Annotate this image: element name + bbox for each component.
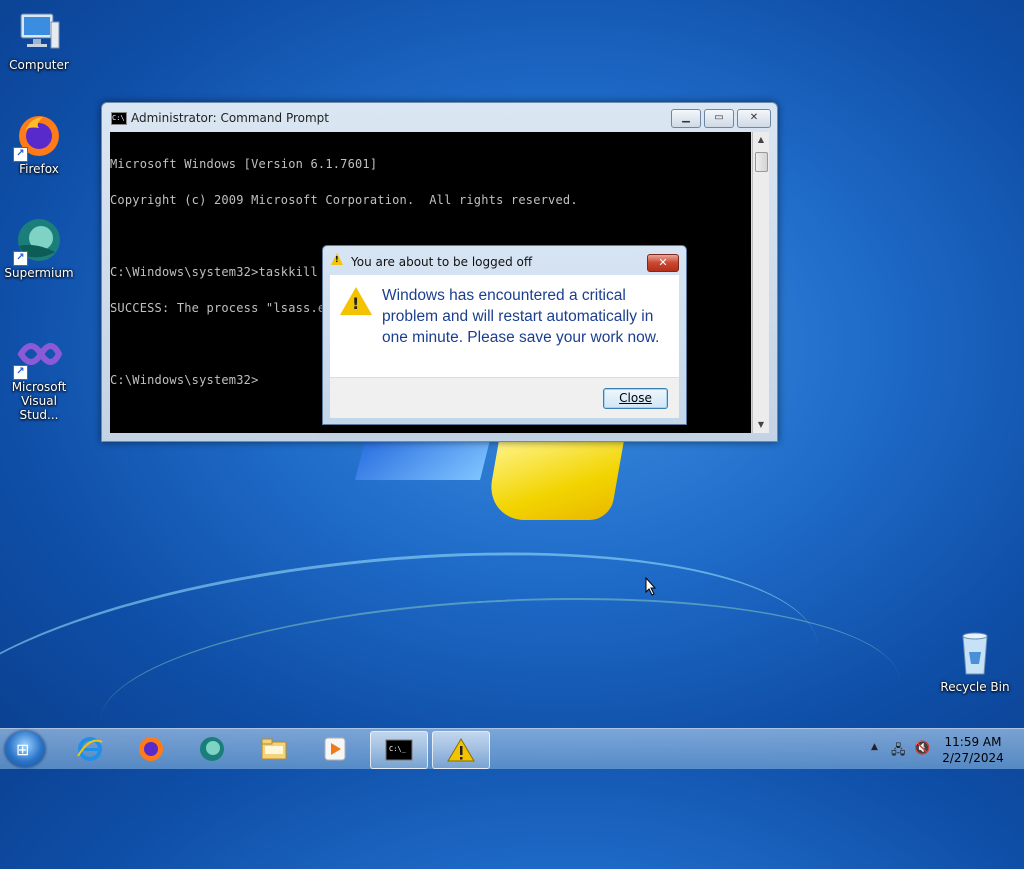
wallpaper-logo-yellow <box>484 440 625 520</box>
scroll-down-arrow-icon[interactable]: ▼ <box>753 417 769 433</box>
shortcut-arrow-icon: ↗ <box>13 147 28 162</box>
svg-text:C:\_: C:\_ <box>389 745 407 753</box>
dialog-titlebar[interactable]: ! You are about to be logged off ✕ <box>323 246 686 273</box>
close-button[interactable]: Close <box>603 388 668 409</box>
minimize-icon: ▁ <box>682 112 690 123</box>
window-title: Administrator: Command Prompt <box>131 111 329 125</box>
warning-icon: ! <box>340 287 372 315</box>
shortcut-arrow-icon: ↗ <box>13 251 28 266</box>
computer-icon <box>15 8 63 56</box>
maximize-button[interactable]: ▭ <box>704 109 734 128</box>
start-button[interactable]: ⊞ <box>5 731 45 767</box>
internet-explorer-icon <box>77 737 103 761</box>
desktop-icon-label: Firefox <box>19 162 59 176</box>
firefox-icon: ↗ <box>13 112 63 162</box>
taskbar: ⊞ C:\_ ▲ 🖧 🔇 11:59 AM 2/27/2024 <box>0 728 1024 769</box>
supermium-icon <box>200 737 224 761</box>
desktop-icon-label: Computer <box>9 58 69 72</box>
command-prompt-icon: C:\ <box>111 112 127 125</box>
show-hidden-icons-arrow-icon[interactable]: ▲ <box>871 742 878 752</box>
console-line: Copyright (c) 2009 Microsoft Corporation… <box>110 193 578 207</box>
warning-icon <box>447 738 475 762</box>
taskbar-file-explorer[interactable] <box>246 731 302 767</box>
system-tray: ▲ 🖧 🔇 11:59 AM 2/27/2024 <box>866 729 1024 769</box>
mouse-cursor-icon <box>645 577 657 596</box>
dialog-message: Windows has encountered a critical probl… <box>382 287 660 346</box>
windows-logo-icon: ⊞ <box>16 740 30 759</box>
close-button-label: Close <box>619 391 652 405</box>
taskbar-clock[interactable]: 11:59 AM 2/27/2024 <box>938 734 1008 766</box>
desktop-icon-label: Supermium <box>4 266 74 280</box>
scroll-thumb[interactable] <box>755 152 768 172</box>
scroll-up-arrow-icon[interactable]: ▲ <box>753 132 769 148</box>
desktop-icon-supermium[interactable]: ↗ Supermium <box>1 216 77 280</box>
clock-date: 2/27/2024 <box>942 751 1004 765</box>
dialog-close-button[interactable]: ✕ <box>647 254 679 272</box>
dialog-footer: Close <box>330 377 679 418</box>
supermium-icon: ↗ <box>13 216 63 266</box>
taskbar-warning-dialog[interactable] <box>432 731 490 769</box>
minimize-button[interactable]: ▁ <box>671 109 701 128</box>
close-button[interactable]: ✕ <box>737 109 771 128</box>
window-titlebar[interactable]: C:\ Administrator: Command Prompt ▁ ▭ ✕ <box>102 103 777 131</box>
recycle-bin-icon <box>951 630 999 678</box>
clock-time: 11:59 AM <box>944 735 1002 749</box>
desktop-icon-firefox[interactable]: ↗ Firefox <box>1 112 77 176</box>
shortcut-arrow-icon: ↗ <box>13 365 28 380</box>
close-icon: ✕ <box>658 256 668 269</box>
close-icon: ✕ <box>749 112 759 123</box>
desktop-icon-label: Recycle Bin <box>940 680 1010 694</box>
taskbar-internet-explorer[interactable] <box>62 731 118 767</box>
desktop-icon-recycle-bin[interactable]: Recycle Bin <box>937 630 1013 694</box>
folder-icon <box>261 738 287 760</box>
dialog-content: ! Windows has encountered a critical pro… <box>330 275 679 377</box>
warning-icon: ! <box>331 253 343 265</box>
maximize-icon: ▭ <box>714 112 724 123</box>
media-player-icon <box>324 737 346 761</box>
taskbar-firefox[interactable] <box>123 731 179 767</box>
taskbar-media-player[interactable] <box>307 731 363 767</box>
desktop-icon-visual-studio[interactable]: ↗ Microsoft Visual Stud... <box>1 330 77 422</box>
firefox-icon <box>139 737 163 761</box>
network-icon[interactable]: 🖧 <box>891 741 906 763</box>
taskbar-supermium[interactable] <box>184 731 240 767</box>
wallpaper-logo-blue <box>355 440 490 480</box>
command-prompt-icon: C:\_ <box>385 739 413 761</box>
console-line: Microsoft Windows [Version 6.1.7601] <box>110 157 378 171</box>
logoff-warning-dialog[interactable]: ! You are about to be logged off ✕ ! Win… <box>322 245 687 425</box>
visual-studio-icon: ↗ <box>13 330 63 380</box>
taskbar-command-prompt[interactable]: C:\_ <box>370 731 428 769</box>
vertical-scrollbar[interactable]: ▲ ▼ <box>752 132 769 433</box>
volume-muted-icon[interactable]: 🔇 <box>914 741 930 756</box>
desktop-icon-computer[interactable]: Computer <box>1 8 77 72</box>
desktop-icon-label: Microsoft Visual Stud... <box>11 380 67 422</box>
dialog-title: You are about to be logged off <box>351 255 533 269</box>
